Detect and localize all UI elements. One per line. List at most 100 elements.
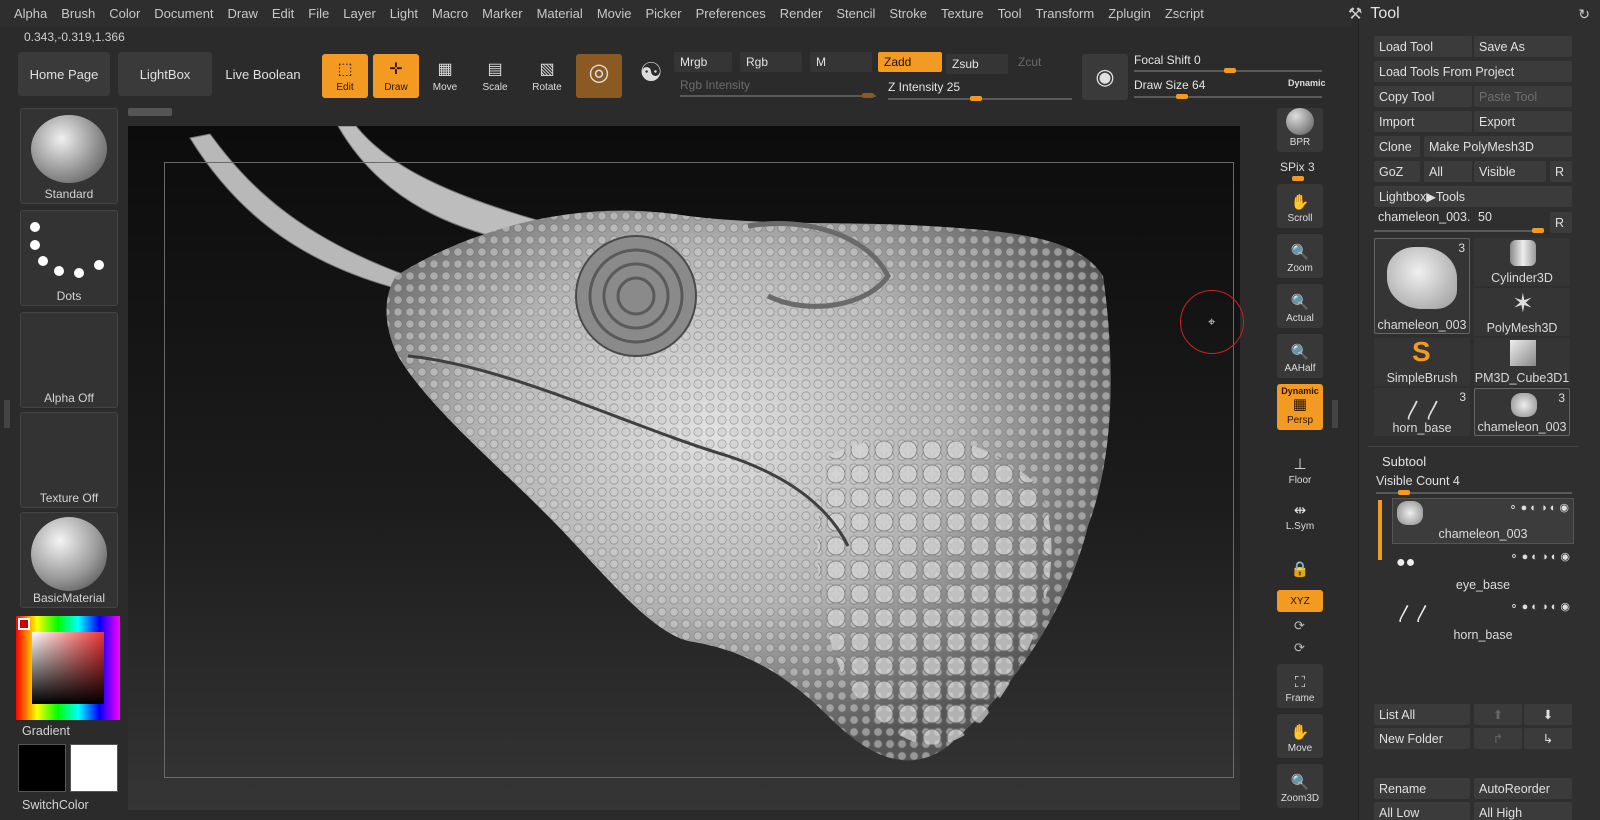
scale-mode-button[interactable]: ▤ Scale: [472, 54, 518, 98]
switch-color-button[interactable]: SwitchColor: [22, 798, 89, 812]
visibility-eye-icon[interactable]: ⚬ ● ◐ ◑ ◐ ◉: [1508, 501, 1569, 514]
live-boolean-button[interactable]: Live Boolean: [220, 52, 306, 96]
rename-button[interactable]: Rename: [1374, 778, 1470, 799]
zoom-button[interactable]: 🔍 Zoom: [1277, 234, 1323, 278]
lightbox-button[interactable]: LightBox: [118, 52, 212, 96]
rgb-intensity-slider[interactable]: [680, 95, 876, 97]
lazy-mouse-button[interactable]: ◉: [1082, 54, 1128, 100]
menu-transform[interactable]: Transform: [1035, 6, 1094, 21]
persp-button[interactable]: Dynamic ▦ Persp: [1277, 384, 1323, 430]
visible-count-knob[interactable]: [1398, 490, 1410, 495]
goz-all-button[interactable]: All: [1424, 161, 1472, 182]
menu-zplugin[interactable]: Zplugin: [1108, 6, 1151, 21]
bpr-button[interactable]: BPR: [1277, 108, 1323, 152]
rotate-y-icon[interactable]: ⟳: [1294, 618, 1305, 634]
menu-alpha[interactable]: Alpha: [14, 6, 47, 21]
menu-draw[interactable]: Draw: [228, 6, 258, 21]
home-page-button[interactable]: Home Page: [18, 52, 110, 96]
tool-thumb-chameleon-2[interactable]: 3 chameleon_003: [1474, 388, 1570, 436]
menu-brush[interactable]: Brush: [61, 6, 95, 21]
menu-marker[interactable]: Marker: [482, 6, 522, 21]
zadd-toggle[interactable]: Zadd: [878, 52, 942, 72]
subtool-item-horn[interactable]: 〳〳 ⚬ ● ◐ ◑ ◐ ◉ horn_base: [1392, 598, 1574, 644]
menu-light[interactable]: Light: [390, 6, 418, 21]
tool-thumb-polymesh[interactable]: ✶ PolyMesh3D: [1474, 288, 1570, 336]
export-button[interactable]: Export: [1474, 111, 1572, 132]
left-tray-toggle[interactable]: [4, 400, 10, 428]
scroll-button[interactable]: ✋ Scroll: [1277, 184, 1323, 228]
copy-tool-button[interactable]: Copy Tool: [1374, 86, 1472, 107]
zcut-toggle[interactable]: Zcut: [1012, 52, 1062, 72]
floor-button[interactable]: ⊥ Floor: [1277, 446, 1323, 490]
goz-r-button[interactable]: R: [1550, 161, 1572, 182]
tool-thumb-chameleon[interactable]: 3 chameleon_003: [1374, 238, 1470, 334]
save-as-button[interactable]: Save As: [1474, 36, 1572, 57]
actual-button[interactable]: 🔍 Actual: [1277, 284, 1323, 328]
dynamic-size-toggle[interactable]: Dynamic: [1288, 78, 1326, 88]
aahalf-button[interactable]: 🔍 AAHalf: [1277, 334, 1323, 378]
subtool-item-eye[interactable]: ●● ⚬ ● ◐ ◑ ◐ ◉ eye_base: [1392, 548, 1574, 594]
xyz-button[interactable]: XYZ: [1277, 590, 1323, 612]
load-tool-button[interactable]: Load Tool: [1374, 36, 1472, 57]
lightbox-tools-button[interactable]: Lightbox▶Tools: [1374, 186, 1572, 207]
move-up-button[interactable]: ⬆: [1474, 704, 1522, 725]
lsym-button[interactable]: ⇹ L.Sym: [1277, 492, 1323, 536]
zoom3d-button[interactable]: 🔍 Zoom3D: [1277, 764, 1323, 808]
visibility-eye-icon[interactable]: ⚬ ● ◐ ◑ ◐ ◉: [1509, 550, 1570, 563]
menu-file[interactable]: File: [308, 6, 329, 21]
spix-slider[interactable]: [1292, 176, 1304, 181]
tool-thumb-cylinder[interactable]: Cylinder3D: [1474, 238, 1570, 286]
tool-thumb-cube[interactable]: PM3D_Cube3D1: [1474, 338, 1570, 386]
move-view-button[interactable]: ✋ Move: [1277, 714, 1323, 758]
menu-document[interactable]: Document: [154, 6, 213, 21]
import-button[interactable]: Import: [1374, 111, 1472, 132]
tool-slider-knob[interactable]: [1532, 228, 1544, 233]
color-square[interactable]: [32, 632, 104, 704]
draw-size-slider[interactable]: [1134, 96, 1322, 98]
all-high-button[interactable]: All High: [1474, 802, 1572, 820]
all-low-button[interactable]: All Low: [1374, 802, 1470, 820]
list-all-button[interactable]: List All: [1374, 704, 1470, 725]
menu-macro[interactable]: Macro: [432, 6, 468, 21]
folder-in-button[interactable]: ↱: [1474, 728, 1522, 749]
visibility-eye-icon[interactable]: ⚬ ● ◐ ◑ ◐ ◉: [1509, 600, 1570, 613]
stroke-picker[interactable]: Dots: [20, 210, 118, 306]
move-mode-button[interactable]: ▦ Move: [422, 54, 468, 98]
new-folder-button[interactable]: New Folder: [1374, 728, 1470, 749]
refresh-icon[interactable]: ↻: [1578, 6, 1590, 23]
focal-shift-knob[interactable]: [1224, 68, 1236, 73]
rotate-mode-button[interactable]: ▧ Rotate: [524, 54, 570, 98]
rotate-z-icon[interactable]: ⟳: [1294, 640, 1305, 656]
rgb-toggle[interactable]: Rgb: [740, 52, 802, 72]
z-intensity-knob[interactable]: [970, 96, 982, 101]
auto-reorder-button[interactable]: AutoReorder: [1474, 778, 1572, 799]
sculptris-button[interactable]: ☯: [628, 54, 674, 98]
make-polymesh3d-button[interactable]: Make PolyMesh3D: [1424, 136, 1572, 157]
goz-button[interactable]: GoZ: [1374, 161, 1420, 182]
menu-texture[interactable]: Texture: [941, 6, 984, 21]
menu-picker[interactable]: Picker: [646, 6, 682, 21]
draw-mode-button[interactable]: ✛ Draw: [373, 54, 419, 98]
m-toggle[interactable]: M: [810, 52, 872, 72]
lock-button[interactable]: 🔒: [1277, 540, 1323, 584]
paste-tool-button[interactable]: Paste Tool: [1474, 86, 1572, 107]
tool-r-button[interactable]: R: [1550, 212, 1572, 233]
tool-thumb-horn[interactable]: 〳〳 3 horn_base: [1374, 388, 1470, 436]
edit-mode-button[interactable]: ⬚ Edit: [322, 54, 368, 98]
load-tools-from-project-button[interactable]: Load Tools From Project: [1374, 61, 1572, 82]
gradient-label[interactable]: Gradient: [22, 724, 70, 738]
material-picker[interactable]: BasicMaterial: [20, 512, 118, 608]
goz-visible-button[interactable]: Visible: [1474, 161, 1546, 182]
menu-layer[interactable]: Layer: [343, 6, 376, 21]
shelf-scroll-handle[interactable]: [128, 108, 172, 116]
menu-movie[interactable]: Movie: [597, 6, 632, 21]
mrgb-toggle[interactable]: Mrgb: [674, 52, 732, 72]
menu-render[interactable]: Render: [780, 6, 823, 21]
menu-stroke[interactable]: Stroke: [889, 6, 927, 21]
menu-zscript[interactable]: Zscript: [1165, 6, 1204, 21]
move-down-button[interactable]: ⬇: [1524, 704, 1572, 725]
menu-tool[interactable]: Tool: [998, 6, 1022, 21]
subtool-title[interactable]: Subtool: [1382, 454, 1426, 469]
rgb-intensity-knob[interactable]: [862, 93, 874, 98]
menu-edit[interactable]: Edit: [272, 6, 294, 21]
